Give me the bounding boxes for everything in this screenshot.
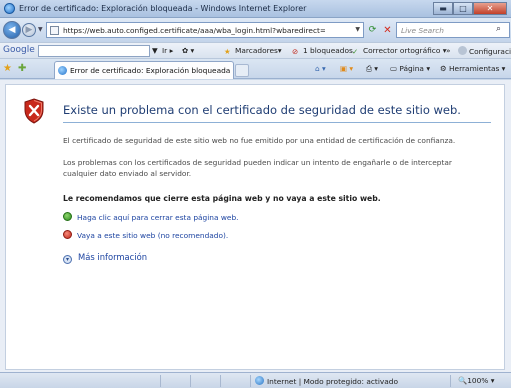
warning-text: Los problemas con los certificados de se… xyxy=(63,158,452,178)
settings-gear-icon xyxy=(458,46,467,55)
status-divider xyxy=(160,375,161,387)
configuracion-label: Configuración xyxy=(469,47,511,56)
recommendation-text: Le recomendamos que cierre esta página w… xyxy=(63,194,381,203)
status-divider xyxy=(190,375,191,387)
globe-icon xyxy=(255,376,264,385)
configuracion-button[interactable]: Configuración xyxy=(458,46,511,56)
refresh-icon[interactable]: ⟳ xyxy=(365,22,380,38)
marcadores-label: Marcadores xyxy=(235,46,278,55)
forward-arrow-icon[interactable]: ▶ xyxy=(22,23,36,37)
favorites-star-icon[interactable]: ★ xyxy=(3,63,12,74)
close-page-link[interactable]: Haga clic aquí para cerrar esta página w… xyxy=(63,212,239,222)
more-info-label[interactable]: Más información xyxy=(78,252,147,262)
tab-label: Error de certificado: Exploración bloque… xyxy=(70,66,231,75)
red-shield-x-icon xyxy=(63,230,72,239)
popup-blocker-icon: ⊘ xyxy=(292,47,299,56)
new-tab-button[interactable] xyxy=(235,64,249,77)
address-dropdown-icon[interactable]: ▼ xyxy=(355,26,360,33)
print-icon[interactable]: ⎙ ▾ xyxy=(366,64,378,74)
continue-site-link[interactable]: Vaya a este sitio web (no recomendado). xyxy=(63,230,228,240)
heading-divider xyxy=(63,122,491,123)
bloqueados-label: 1 bloqueados xyxy=(303,46,353,55)
security-zone[interactable]: Internet | Modo protegido: activado xyxy=(255,376,398,386)
url-text[interactable]: https://web.auto.configed.certificate/aa… xyxy=(63,26,325,35)
chevron-down-icon[interactable]: ▾ xyxy=(63,255,72,264)
marcadores-button[interactable]: ★ Marcadores▾ xyxy=(224,46,282,56)
close-page-link-label[interactable]: Haga clic aquí para cerrar esta página w… xyxy=(77,213,239,222)
google-toolbar: Google G ▼ Ir ▸ ✿ ▾ ★ Marcadores▾ ⊘ 1 bloq… xyxy=(0,42,511,59)
status-divider xyxy=(450,375,451,387)
popup-blocked-button[interactable]: ⊘ 1 bloqueados xyxy=(292,46,353,56)
google-search-dropdown-icon[interactable]: ▼ xyxy=(152,46,158,55)
herramientas-menu[interactable]: ⚙ Herramientas ▾ xyxy=(440,64,505,73)
history-dropdown-icon[interactable]: ▼ xyxy=(38,26,43,33)
error-panel: Existe un problema con el certificado de… xyxy=(5,84,505,370)
google-extra-icons[interactable]: ✿ ▾ xyxy=(182,46,194,55)
herramientas-label: Herramientas xyxy=(448,64,500,73)
zoom-value: 100% xyxy=(467,376,489,385)
pagina-menu[interactable]: ▭ Página ▾ xyxy=(390,64,430,73)
search-placeholder: Live Search xyxy=(401,26,444,35)
google-ir-label: Ir xyxy=(162,46,168,55)
status-divider xyxy=(220,375,221,387)
description-text: El certificado de seguridad de este siti… xyxy=(63,136,456,145)
tab-bar: ★ ✚ Error de certificado: Exploración bl… xyxy=(0,59,511,79)
browser-content: Existe un problema con el certificado de… xyxy=(0,80,511,372)
minimize-button[interactable]: ▬ xyxy=(433,2,453,15)
window-title: Error de certificado: Exploración bloque… xyxy=(19,4,307,13)
continue-site-link-label[interactable]: Vaya a este sitio web (no recomendado). xyxy=(77,231,228,240)
page-icon xyxy=(50,26,59,35)
add-favorites-icon[interactable]: ✚ xyxy=(18,63,26,74)
search-icon[interactable]: ⌕ xyxy=(496,24,501,34)
green-shield-check-icon xyxy=(63,212,72,221)
ie-logo-icon xyxy=(4,3,15,14)
page-title: Existe un problema con el certificado de… xyxy=(63,103,461,117)
stop-icon[interactable]: ✕ xyxy=(381,22,394,38)
zone-label: Internet | Modo protegido: activado xyxy=(267,377,398,386)
window-controls: ▬ □ ✕ xyxy=(433,2,507,15)
ie-tab-icon xyxy=(58,66,67,75)
google-search-input[interactable] xyxy=(38,45,150,57)
search-input[interactable]: Live Search ⌕ xyxy=(396,22,510,38)
tab-error-certificado[interactable]: Error de certificado: Exploración bloque… xyxy=(54,61,234,79)
close-button[interactable]: ✕ xyxy=(473,2,507,15)
zoom-level[interactable]: 🔍100% ▾ xyxy=(458,376,494,385)
address-bar-row: ◀ ▶ ▼ https://web.auto.configed.certific… xyxy=(0,18,511,42)
pagina-label: Página xyxy=(399,64,424,73)
more-info-toggle[interactable]: ▾ Más información xyxy=(63,252,147,264)
back-arrow-icon[interactable]: ◀ xyxy=(3,21,21,39)
spellcheck-button[interactable]: ✓ Corrector ortográfico ▾ xyxy=(352,46,446,56)
feeds-icon[interactable]: ▣ ▾ xyxy=(340,64,353,73)
status-bar: Internet | Modo protegido: activado 🔍100… xyxy=(0,372,511,388)
corrector-label: Corrector ortográfico xyxy=(363,46,441,55)
spellcheck-icon: ✓ xyxy=(352,47,359,56)
bookmark-star-icon: ★ xyxy=(224,47,231,56)
title-bar: Error de certificado: Exploración bloque… xyxy=(0,0,511,18)
google-ir-button[interactable]: Ir ▸ xyxy=(162,46,173,55)
more-chevron-icon[interactable]: » xyxy=(446,46,451,55)
maximize-button[interactable]: □ xyxy=(453,2,473,15)
address-field[interactable]: https://web.auto.configed.certificate/aa… xyxy=(46,22,364,38)
shield-x-icon xyxy=(24,98,44,124)
home-icon[interactable]: ⌂ ▾ xyxy=(315,64,326,73)
status-divider xyxy=(250,375,251,387)
